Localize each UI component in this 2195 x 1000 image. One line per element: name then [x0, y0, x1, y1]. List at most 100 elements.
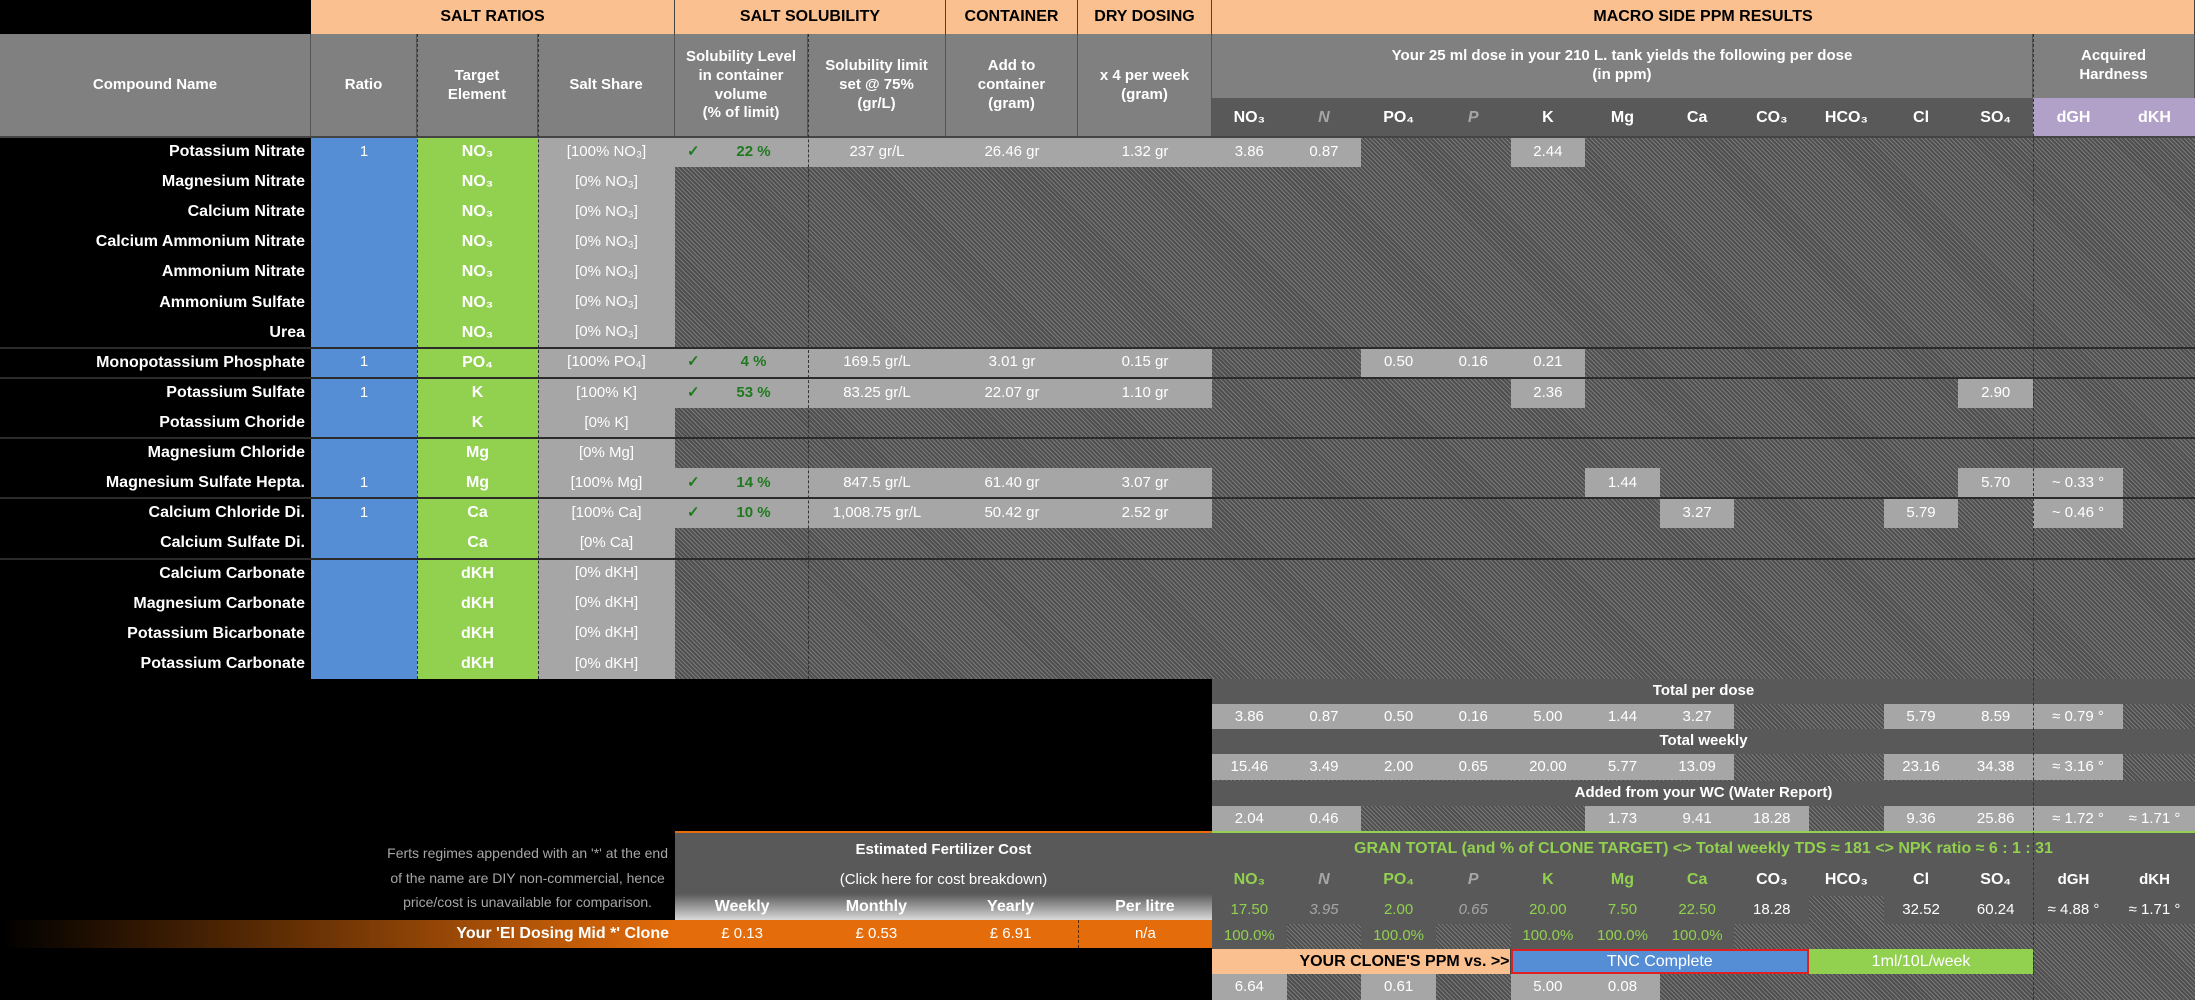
target-element-select[interactable]: NO₃ — [417, 197, 538, 228]
compound-name: Urea — [0, 317, 311, 348]
clone-dosage-select[interactable]: 1ml/10L/week — [1809, 949, 2033, 974]
element-header-5: Mg — [1585, 98, 1660, 137]
ratio-input[interactable] — [311, 408, 417, 439]
ratio-input[interactable] — [311, 317, 417, 348]
ratio-input[interactable]: 1 — [311, 137, 417, 168]
cost-header-0: Weekly — [714, 898, 770, 915]
ratio-input[interactable] — [311, 618, 417, 649]
compound-name: Monopotassium Phosphate — [0, 347, 311, 378]
total-dgh: ≈ 0.79 ° — [2033, 704, 2123, 730]
clone-product-select[interactable]: TNC Complete — [1510, 949, 1810, 974]
ratio-input[interactable] — [311, 528, 417, 559]
group-divider — [0, 136, 2195, 138]
target-element-select[interactable]: K — [417, 377, 538, 408]
dry-dose-grams: 2.52 gr — [1078, 498, 1212, 529]
target-element-select[interactable]: dKH — [417, 618, 538, 649]
target-element-select[interactable]: NO₃ — [417, 257, 538, 288]
column-divider — [538, 34, 539, 679]
ratio-input[interactable]: 1 — [311, 347, 417, 378]
total-value-SO₄: 25.86 — [1958, 806, 2033, 832]
compound-name: Potassium Nitrate — [0, 137, 311, 168]
ppm-value-SO₄: 5.70 — [1958, 468, 2033, 499]
clone-compare-label: YOUR CLONE'S PPM vs. >> — [1212, 949, 1511, 974]
grand-total-value-N: 3.95 — [1286, 896, 1362, 924]
ratio-input[interactable] — [311, 257, 417, 288]
ppm-value-Cl: 5.79 — [1883, 498, 1959, 529]
grand-total-header-2: PO₄ — [1361, 864, 1436, 896]
clone-value-K: 5.00 — [1510, 974, 1586, 1000]
grand-total-value-NO₃: 17.50 — [1212, 896, 1287, 924]
dgh-value: ~ 0.46 ° — [2033, 498, 2123, 529]
cost-breakdown-link[interactable]: (Click here for cost breakdown) — [675, 866, 1212, 894]
target-element-select[interactable]: NO₃ — [417, 317, 538, 348]
target-element-select[interactable]: K — [417, 408, 538, 439]
total-value-N: 0.87 — [1286, 704, 1362, 730]
target-element-select[interactable]: NO₃ — [417, 137, 538, 168]
total-value-P: 0.65 — [1435, 754, 1511, 780]
container-grams: 3.01 gr — [946, 347, 1078, 378]
element-header-9: Cl — [1883, 98, 1959, 137]
container-grams: 26.46 gr — [946, 137, 1078, 168]
grand-total-dgh: ≈ 4.88 ° — [2033, 896, 2114, 924]
salt-share: [0% dKH] — [538, 558, 675, 589]
ratio-input[interactable] — [311, 438, 417, 469]
target-element-select[interactable]: NO₃ — [417, 287, 538, 318]
total-value-Cl: 9.36 — [1883, 806, 1959, 832]
total-value-N: 0.46 — [1286, 806, 1362, 832]
check-icon: ✓ — [687, 383, 700, 401]
ratio-input[interactable] — [311, 197, 417, 228]
ratio-input[interactable] — [311, 287, 417, 318]
target-element-select[interactable]: NO₃ — [417, 167, 538, 198]
total-value-K: 5.00 — [1510, 704, 1586, 730]
compound-name: Ammonium Sulfate — [0, 287, 311, 318]
empty-area — [675, 137, 2195, 679]
solubility-limit: 847.5 gr/L — [808, 468, 946, 499]
salt-share: [0% Mg] — [538, 438, 675, 469]
salt-share: [0% dKH] — [538, 618, 675, 649]
target-element-select[interactable]: Mg — [417, 468, 538, 499]
target-element-select[interactable]: Ca — [417, 528, 538, 559]
target-percent-PO₄: 100.0% — [1361, 924, 1436, 949]
ratio-input[interactable] — [311, 648, 417, 679]
grand-total-header-9: Cl — [1883, 864, 1959, 896]
ratio-input[interactable] — [311, 588, 417, 619]
ratio-input[interactable]: 1 — [311, 468, 417, 499]
section-dry-dosing: DRY DOSING — [1078, 0, 1212, 34]
ratio-input[interactable] — [311, 558, 417, 589]
salt-share: [0% NO₃] — [538, 197, 675, 228]
total-value-PO₄: 0.50 — [1361, 704, 1436, 730]
target-element-select[interactable]: Ca — [417, 498, 538, 529]
target-element-select[interactable]: PO₄ — [417, 347, 538, 378]
column-header-add: Add to container (gram) — [946, 34, 1078, 137]
dry-dose-grams: 1.10 gr — [1078, 377, 1212, 408]
ppm-value-Ca: 3.27 — [1659, 498, 1735, 529]
grand-total-header-4: K — [1510, 864, 1586, 896]
salt-share: [0% NO₃] — [538, 287, 675, 318]
target-element-select[interactable]: Mg — [417, 438, 538, 469]
total-value-Mg: 1.44 — [1585, 704, 1660, 730]
element-header-8: HCO₃ — [1809, 98, 1884, 137]
cost-header-2: Yearly — [987, 898, 1035, 915]
cost-header-1: Monthly — [845, 898, 908, 915]
ratio-input[interactable] — [311, 167, 417, 198]
ppm-value-K: 2.36 — [1510, 377, 1586, 408]
total-value-Mg: 5.77 — [1585, 754, 1660, 780]
ratio-input[interactable]: 1 — [311, 498, 417, 529]
macro-caption: Your 25 ml dose in your 210 L. tank yiel… — [1212, 34, 2033, 98]
target-element-select[interactable]: dKH — [417, 648, 538, 679]
ratio-input[interactable]: 1 — [311, 377, 417, 408]
target-element-select[interactable]: dKH — [417, 588, 538, 619]
target-element-select[interactable]: NO₃ — [417, 227, 538, 258]
dry-dose-grams: 0.15 gr — [1078, 347, 1212, 378]
ppm-value-NO₃: 3.86 — [1212, 137, 1287, 168]
target-element-select[interactable]: dKH — [417, 558, 538, 589]
compound-name: Calcium Sulfate Di. — [0, 528, 311, 559]
totals-label: Total weekly — [1212, 729, 2195, 754]
cost-value-3: n/a — [1077, 920, 1212, 948]
total-value-NO₃: 15.46 — [1212, 754, 1287, 780]
solubility-limit: 1,008.75 gr/L — [808, 498, 946, 529]
grand-total-value-K: 20.00 — [1510, 896, 1586, 924]
total-value-Ca: 9.41 — [1659, 806, 1735, 832]
salt-share: [0% K] — [538, 408, 675, 439]
ratio-input[interactable] — [311, 227, 417, 258]
